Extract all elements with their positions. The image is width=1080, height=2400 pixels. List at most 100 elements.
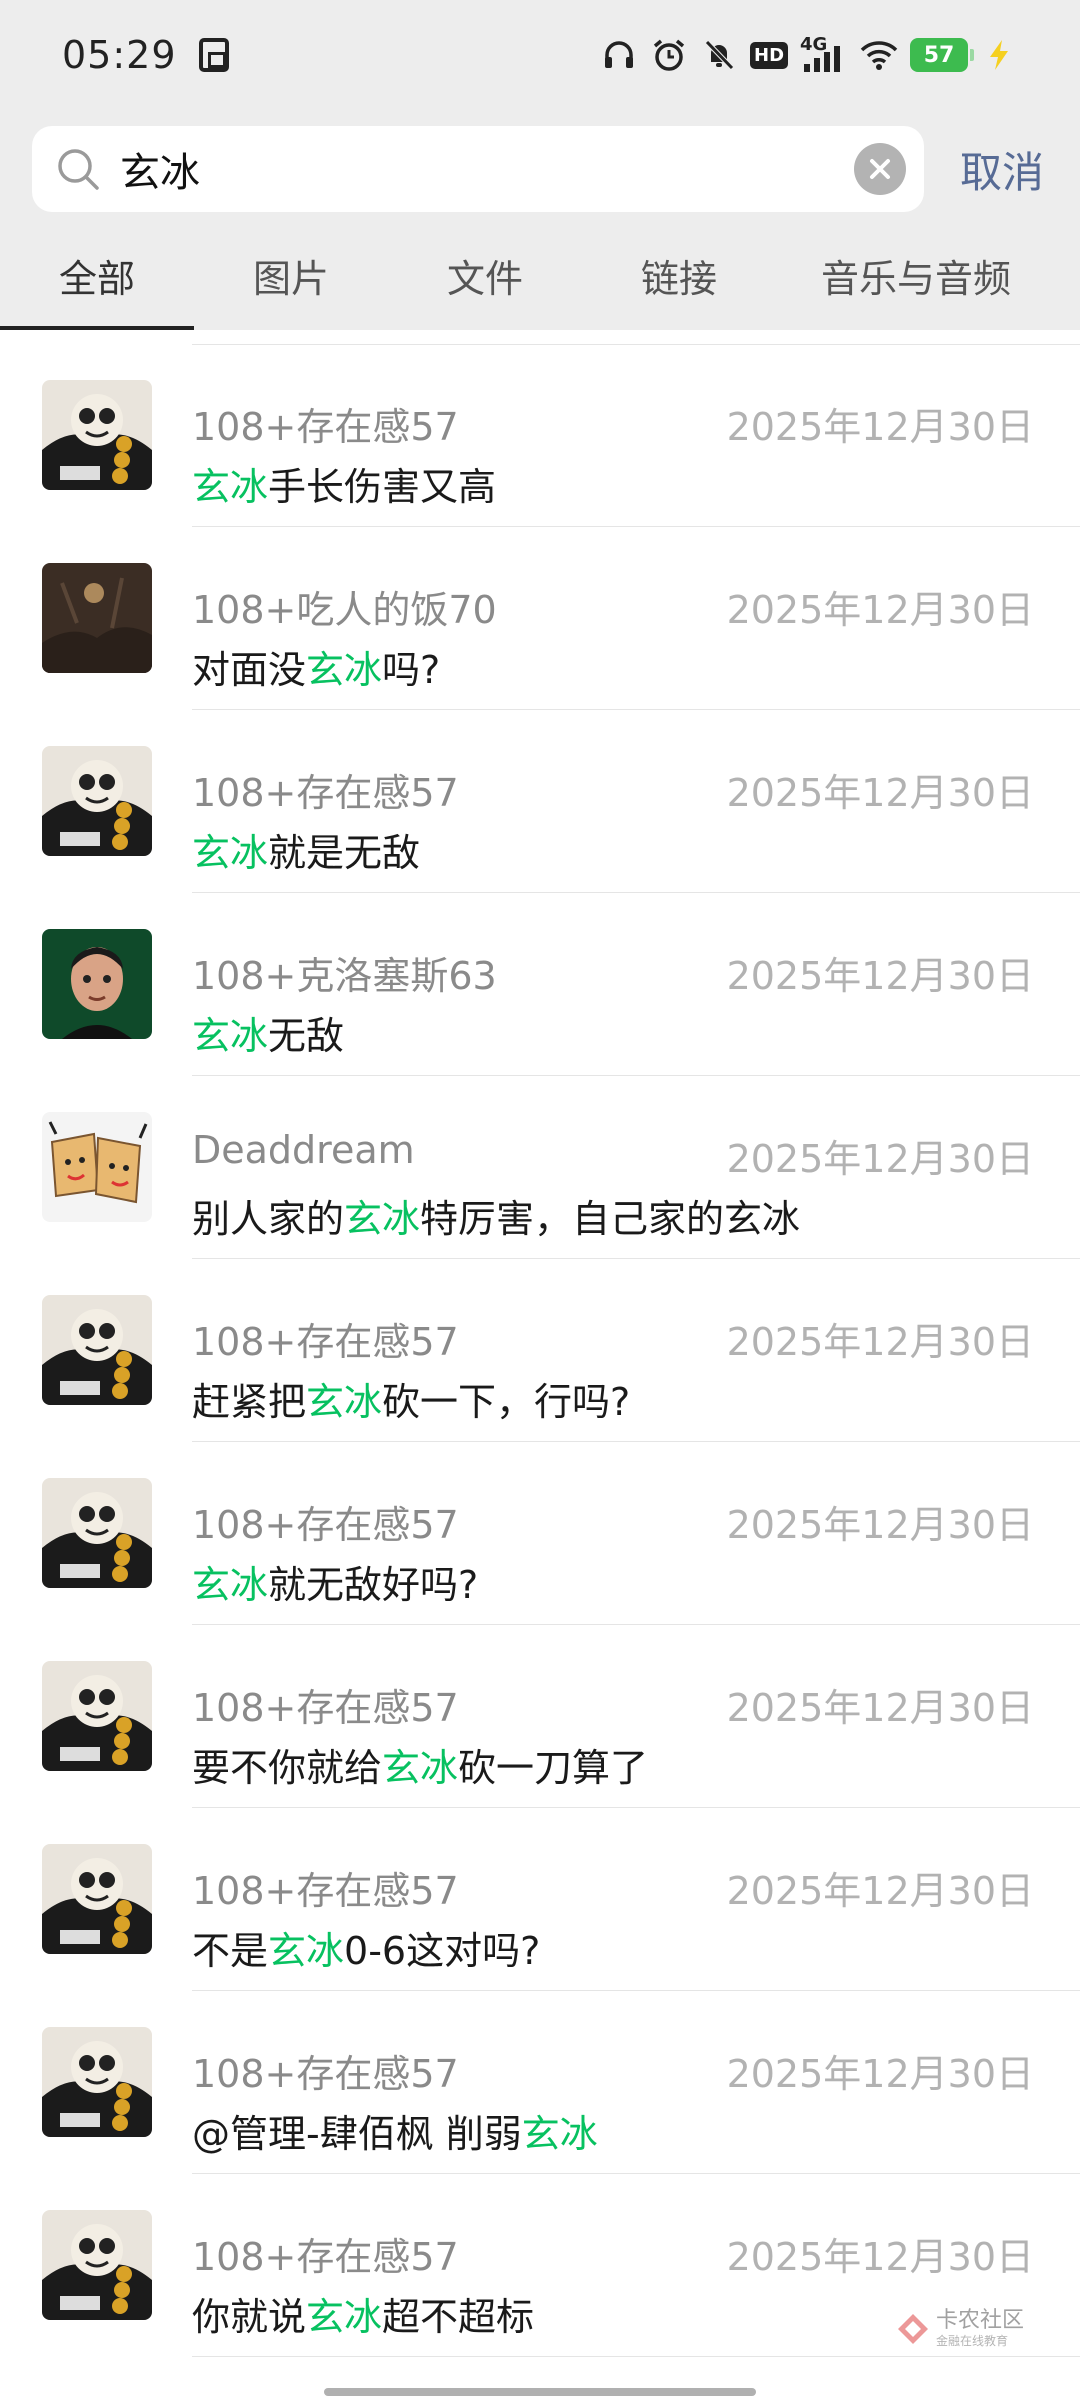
alarm-icon [650,36,688,74]
mute-icon [700,36,738,74]
avatar[interactable] [42,2210,152,2320]
result-row[interactable]: 108+存在感57 2025年12月30日玄冰就无敌好吗? [0,1442,1080,1625]
clear-search-button[interactable] [854,143,906,195]
message-snippet: 玄冰就无敌好吗? [192,1554,478,1609]
keyword-highlight: 玄冰 [521,2112,598,2156]
message-text: 吗? [382,648,441,692]
status-icons: HD 4G 57 [600,34,1018,74]
keyword-highlight: 玄冰 [192,1563,269,1607]
sim-icon [198,38,229,72]
keyword-highlight: 玄冰 [382,1746,459,1790]
result-row[interactable]: 108+存在感57 2025年12月30日玄冰手长伤害又高 [0,344,1080,527]
tab-all[interactable]: 全部 [0,228,194,330]
message-snippet: @管理-肆佰枫 削弱玄冰 [192,2103,598,2158]
message-date: 2025年12月30日 [726,771,1034,815]
keyword-highlight: 玄冰 [306,1380,383,1424]
avatar[interactable] [42,1112,152,1222]
keyword-highlight: 玄冰 [192,465,269,509]
avatar[interactable] [42,1478,152,1588]
message-text: 特厉害，自己家的玄冰 [420,1197,801,1241]
sender-name: 108+存在感57 [192,1503,459,1547]
message-date: 2025年12月30日 [726,1686,1034,1730]
message-date: 2025年12月30日 [726,588,1034,632]
message-date: 2025年12月30日 [726,405,1034,449]
message-date: 2025年12月30日 [726,1503,1034,1547]
result-row[interactable]: 108+存在感57 2025年12月30日赶紧把玄冰砍一下，行吗? [0,1259,1080,1442]
keyword-highlight: 玄冰 [192,1014,269,1058]
message-date: 2025年12月30日 [726,2052,1034,2096]
message-text: 手长伤害又高 [268,465,497,509]
wifi-icon [860,36,898,74]
sender-name: 108+存在感57 [192,1320,459,1364]
message-snippet: 赶紧把玄冰砍一下，行吗? [192,1371,630,1426]
message-text: 砍一刀算了 [458,1746,649,1790]
avatar[interactable] [42,563,152,673]
avatar[interactable] [42,929,152,1039]
result-row[interactable]: 108+存在感57 2025年12月30日不是玄冰0-6这对吗? [0,1808,1080,1991]
hd-icon: HD [750,36,789,74]
sender-name: 108+存在感57 [192,2052,459,2096]
message-text: 要不你就给 [192,1746,383,1790]
message-snippet: 别人家的玄冰特厉害，自己家的玄冰 [192,1188,800,1243]
search-box[interactable] [32,126,924,212]
avatar[interactable] [42,2027,152,2137]
message-text: 就是无敌 [268,831,421,875]
tab-links[interactable]: 链接 [582,228,776,330]
battery-icon: 57 [910,38,974,72]
message-text: 赶紧把 [192,1380,307,1424]
keyword-highlight: 玄冰 [268,1929,345,1973]
message-date: 2025年12月30日 [726,1320,1034,1364]
tab-files[interactable]: 文件 [388,228,582,330]
sender-name: 108+存在感57 [192,771,459,815]
hd-label: HD [750,41,789,69]
tab-images[interactable]: 图片 [194,228,388,330]
keyword-highlight: 玄冰 [306,2295,383,2339]
close-icon [870,159,890,179]
message-text: 别人家的 [192,1197,345,1241]
message-date: 2025年12月30日 [726,1137,1034,1181]
message-text: 砍一下，行吗? [382,1380,631,1424]
result-row[interactable]: 108+存在感57 2025年12月30日要不你就给玄冰砍一刀算了 [0,1625,1080,1808]
result-row[interactable]: Deaddream 2025年12月30日别人家的玄冰特厉害，自己家的玄冰 [0,1076,1080,1259]
sender-name: 108+克洛塞斯63 [192,954,497,998]
tab-music-audio[interactable]: 音乐与音频 [776,228,1056,330]
search-input[interactable] [120,146,854,192]
status-bar: 05:29 HD 4G 57 [0,0,1080,110]
avatar[interactable] [42,1844,152,1954]
app-root: 05:29 HD 4G 57 玄冰 取消 全部 图片 文件 链接 音乐与音频 1… [0,0,1080,2400]
search-header: 取消 [0,110,1080,228]
avatar[interactable] [42,746,152,856]
message-snippet: 要不你就给玄冰砍一刀算了 [192,1737,648,1792]
avatar[interactable] [42,1661,152,1771]
message-snippet: 你就说玄冰超不超标 [192,2286,534,2341]
watermark: 卡农社区 金融在线教育 [896,2310,1024,2347]
message-text: 超不超标 [382,2295,535,2339]
status-time: 05:29 [62,33,177,77]
keyword-highlight: 玄冰 [344,1197,421,1241]
sender-name: 108+存在感57 [192,1869,459,1913]
message-date: 2025年12月30日 [726,1869,1034,1913]
message-text: 你就说 [192,2295,307,2339]
result-row[interactable]: 108+存在感57 2025年12月30日 @管理-肆佰枫 削弱玄冰 [0,1991,1080,2174]
avatar[interactable] [42,1295,152,1405]
divider [192,2356,1080,2357]
keyword-highlight: 玄冰 [306,648,383,692]
message-text: 无敌 [268,1014,345,1058]
sender-name: 108+存在感57 [192,405,459,449]
message-text: @管理-肆佰枫 削弱 [192,2112,522,2156]
filter-tabs: 全部 图片 文件 链接 音乐与音频 [0,228,1080,330]
home-indicator[interactable] [324,2388,756,2396]
headphones-icon [600,36,638,74]
message-snippet: 不是玄冰0-6这对吗? [192,1920,540,1975]
message-snippet: 玄冰手长伤害又高 [192,456,496,511]
message-text: 0-6这对吗? [344,1929,541,1973]
sender-name: Deaddream [192,1128,415,1172]
sender-name: 108+存在感57 [192,1686,459,1730]
message-snippet: 对面没玄冰吗? [192,639,440,694]
charging-bolt-icon [980,36,1018,74]
result-row[interactable]: 108+克洛塞斯63 2025年12月30日 玄冰无敌 [0,893,1080,1076]
cancel-button[interactable]: 取消 [960,139,1044,200]
result-row[interactable]: 108+存在感57 2025年12月30日 玄冰就是无敌 [0,710,1080,893]
avatar[interactable] [42,380,152,490]
result-row[interactable]: 108+吃人的饭70 2025年12月30日 对面没玄冰吗? [0,527,1080,710]
